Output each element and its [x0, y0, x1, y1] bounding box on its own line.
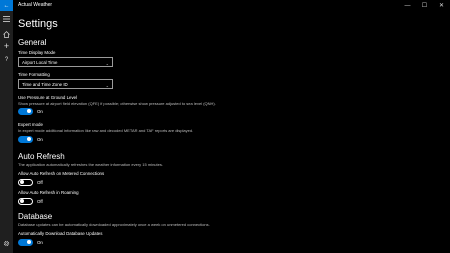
toggle-state-text: On [37, 136, 43, 142]
home-icon [3, 30, 10, 38]
expert-mode-label: Expert mode [18, 122, 43, 127]
minimize-icon: — [404, 2, 411, 9]
pressure-label: Use Pressure at Ground Level [18, 95, 78, 100]
toggle-knob [27, 109, 32, 113]
toggle-state-text: Off [37, 198, 43, 204]
window-controls: — ☐ ✕ [399, 0, 450, 11]
pressure-toggle[interactable]: On [18, 107, 43, 115]
toggle-state-text: On [37, 108, 43, 114]
expert-mode-description: In expert mode additional information li… [18, 128, 194, 133]
toggle-switch[interactable] [18, 238, 33, 246]
maximize-icon: ☐ [421, 3, 428, 9]
time-display-mode-value: Airport Local Time [22, 60, 58, 66]
auto-download-label: Automatically Download Database Updates [18, 231, 103, 236]
toggle-switch[interactable] [18, 107, 33, 115]
help-icon: ? [4, 57, 9, 63]
time-formatting-label: Time Formatting [18, 72, 50, 77]
roaming-toggle[interactable]: Off [18, 197, 43, 205]
toggle-knob [20, 180, 25, 185]
navigation-pane: + ? [0, 11, 13, 253]
page-title: Settings [18, 18, 58, 30]
close-button[interactable]: ✕ [433, 0, 450, 11]
maximize-button[interactable]: ☐ [416, 0, 433, 11]
section-general-title: General [18, 38, 47, 47]
toggle-knob [27, 240, 32, 244]
auto-download-toggle[interactable]: On [18, 238, 43, 246]
expert-mode-toggle[interactable]: On [18, 135, 43, 143]
window-title: Actual Weather [18, 2, 53, 8]
toggle-state-text: Off [37, 179, 43, 185]
time-display-mode-dropdown[interactable]: Airport Local Time ⌄ [18, 57, 113, 67]
toggle-knob [20, 199, 25, 204]
add-icon: + [3, 40, 10, 51]
toggle-switch[interactable] [18, 197, 33, 205]
title-bar: ← Actual Weather — ☐ ✕ [0, 0, 450, 11]
toggle-switch[interactable] [18, 178, 33, 186]
add-button[interactable]: + [0, 40, 13, 52]
toggle-knob [27, 137, 32, 141]
roaming-label: Allow Auto Refresh in Roaming [18, 190, 79, 195]
help-button[interactable]: ? [0, 54, 13, 66]
chevron-down-icon: ⌄ [105, 82, 109, 88]
minimize-button[interactable]: — [399, 0, 416, 11]
time-formatting-value: Time and Time Zone ID [22, 82, 68, 88]
chevron-down-icon: ⌄ [105, 60, 109, 66]
hamburger-menu-icon [3, 16, 10, 22]
time-formatting-dropdown[interactable]: Time and Time Zone ID ⌄ [18, 79, 113, 89]
back-button[interactable]: ← [0, 0, 13, 11]
settings-gear-icon [3, 240, 10, 246]
time-display-mode-label: Time Display Mode [18, 50, 56, 55]
pressure-description: Show pressure at airport field elevation… [18, 101, 216, 106]
close-icon: ✕ [438, 3, 445, 9]
auto-refresh-description: The application automatically refreshes … [18, 162, 163, 167]
hamburger-menu-button[interactable] [0, 13, 13, 25]
toggle-state-text: On [37, 239, 43, 245]
database-description: Database updates can be automatically do… [18, 222, 210, 227]
metered-toggle[interactable]: Off [18, 178, 43, 186]
metered-label: Allow Auto Refresh on Metered Connection… [18, 171, 105, 176]
toggle-switch[interactable] [18, 135, 33, 143]
settings-page: Settings General Time Display Mode Airpo… [13, 11, 450, 253]
settings-button[interactable] [0, 237, 13, 249]
back-arrow-icon: ← [3, 2, 10, 9]
section-database-title: Database [18, 212, 53, 221]
section-auto-refresh-title: Auto Refresh [18, 152, 65, 161]
home-button[interactable] [0, 28, 13, 40]
